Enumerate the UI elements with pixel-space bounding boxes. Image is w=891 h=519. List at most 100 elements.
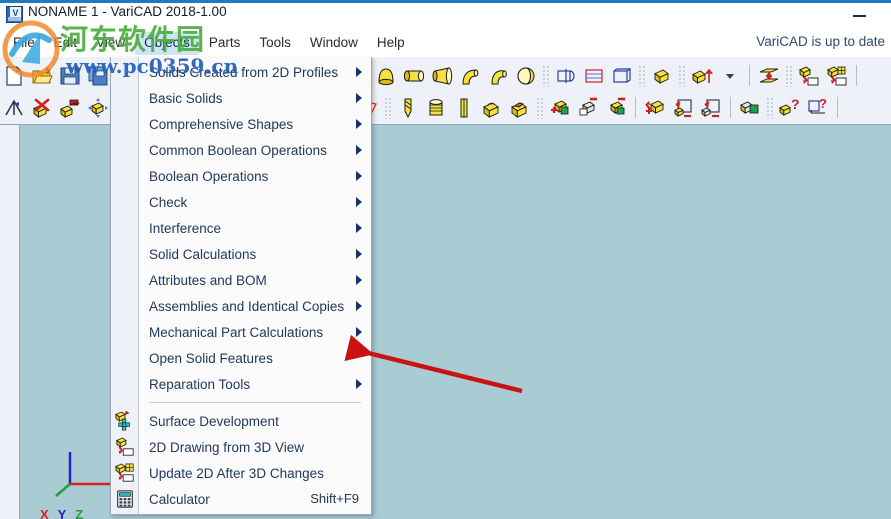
objects-dropdown-menu[interactable]: Solids Created from 2D Profiles Basic Sol… [110, 57, 372, 515]
dropdown-item[interactable]: Surface Development [111, 408, 371, 434]
dropdown-separator [149, 402, 361, 403]
fillet-edge-icon[interactable] [479, 95, 505, 121]
menu-item-edit[interactable]: Edit [45, 32, 86, 55]
solid-cylinder-icon[interactable] [401, 63, 427, 89]
solid-cone-icon[interactable] [429, 63, 455, 89]
thread-icon[interactable] [423, 95, 449, 121]
dropdown-item-label: Assemblies and Identical Copies [149, 298, 345, 314]
2d-from-3d-icon[interactable] [796, 63, 822, 89]
dropdown-item-label: Attributes and BOM [149, 272, 267, 288]
dropdown-item-label: Solid Calculations [149, 246, 257, 262]
remove-from-group-icon[interactable] [670, 95, 696, 121]
extract-solid-icon[interactable] [649, 63, 675, 89]
solid-half-sphere-icon[interactable] [513, 63, 539, 89]
toolbar-separator [638, 64, 646, 87]
dropdown-item-list: Solids Created from 2D Profiles Basic Sol… [111, 59, 371, 512]
groove-icon[interactable] [451, 95, 477, 121]
dropdown-item[interactable]: Mechanical Part Calculations [111, 319, 371, 345]
move-solid-up-icon[interactable] [689, 63, 715, 89]
coordinate-info-icon[interactable]: ? [805, 95, 831, 121]
dropdown-item-label: Surface Development [149, 413, 279, 429]
dropdown-item[interactable]: Solids Created from 2D Profiles [111, 59, 371, 85]
menu-item-view[interactable]: View [87, 32, 134, 55]
drill-hole-icon[interactable] [395, 95, 421, 121]
boolean-add-icon[interactable] [547, 95, 573, 121]
dropdown-item[interactable]: Common Boolean Operations [111, 137, 371, 163]
dropdown-item[interactable]: Calculator Shift+F9 [111, 486, 371, 512]
new-file-icon[interactable] [1, 63, 27, 89]
cut-solid-icon[interactable] [57, 95, 83, 121]
open-file-icon[interactable] [29, 63, 55, 89]
dropdown-item[interactable]: Update 2D After 3D Changes [111, 460, 371, 486]
menu-bar: File Edit View Objects Parts Tools Windo… [0, 29, 891, 57]
dropdown-item-label: Update 2D After 3D Changes [149, 465, 324, 481]
submenu-arrow-icon [356, 275, 362, 285]
menu-item-help[interactable]: Help [368, 32, 414, 55]
axis-y-label: Y [57, 507, 76, 519]
update-2d-icon [114, 462, 136, 484]
dropdown-item[interactable]: Reparation Tools [111, 371, 371, 397]
remove-group-icon[interactable] [698, 95, 724, 121]
section-plane-icon[interactable] [581, 63, 607, 89]
copy-solid-icon[interactable] [642, 95, 668, 121]
menu-item-tools[interactable]: Tools [250, 32, 300, 55]
dropdown-item-label: Solids Created from 2D Profiles [149, 64, 339, 80]
solid-elbow-icon[interactable] [457, 63, 483, 89]
solid-pipe-bend-icon[interactable] [485, 63, 511, 89]
toolbar-separator [766, 96, 774, 119]
submenu-arrow-icon [356, 197, 362, 207]
chamfer-edge-icon[interactable] [507, 95, 533, 121]
axis-snap-icon[interactable] [1, 95, 27, 121]
section-solid-icon[interactable] [553, 63, 579, 89]
interference-check-icon[interactable] [737, 95, 763, 121]
dropdown-item[interactable]: Check [111, 189, 371, 215]
boolean-intersect-icon[interactable] [603, 95, 629, 121]
dropdown-item[interactable]: 2D Drawing from 3D View [111, 434, 371, 460]
dropdown-item[interactable]: Open Solid Features [111, 345, 371, 371]
dropdown-item[interactable]: Attributes and BOM [111, 267, 371, 293]
menu-item-file[interactable]: File [4, 32, 44, 55]
toolbar-divider [837, 97, 838, 118]
axis-z-label: Z [75, 507, 93, 519]
toolbar-separator [678, 64, 686, 87]
update-2d-view-icon[interactable] [824, 63, 850, 89]
svg-text:?: ? [791, 97, 800, 112]
menu-bar-items: File Edit View Objects Parts Tools Windo… [4, 29, 415, 57]
mirror-solid-icon[interactable] [756, 63, 782, 89]
submenu-arrow-icon [356, 301, 362, 311]
dropdown-item[interactable]: Interference [111, 215, 371, 241]
submenu-arrow-icon [356, 327, 362, 337]
toolbar-separator [384, 96, 392, 119]
dropdown-item[interactable]: Comprehensive Shapes [111, 111, 371, 137]
section-box-icon[interactable] [609, 63, 635, 89]
submenu-arrow-icon [356, 171, 362, 181]
move-solid-icon[interactable] [85, 95, 111, 121]
solid-info-icon[interactable]: ? [777, 95, 803, 121]
submenu-arrow-icon [356, 223, 362, 233]
dropdown-item-label: Interference [149, 220, 222, 236]
save-all-icon[interactable] [85, 63, 111, 89]
title-accent-line [0, 0, 891, 3]
menu-item-window[interactable]: Window [301, 32, 367, 55]
calculator-icon [114, 488, 136, 510]
save-file-icon[interactable] [57, 63, 83, 89]
dropdown-item-label: Mechanical Part Calculations [149, 324, 324, 340]
submenu-arrow-icon [356, 379, 362, 389]
boolean-subtract-icon[interactable] [575, 95, 601, 121]
menu-item-objects[interactable]: Objects [135, 31, 199, 55]
solid-dome-icon[interactable] [373, 63, 399, 89]
dropdown-item-label: Boolean Operations [149, 168, 269, 184]
menu-item-parts[interactable]: Parts [200, 32, 250, 55]
minimize-button[interactable] [853, 8, 866, 21]
toolbar-separator [785, 64, 793, 87]
delete-solid-icon[interactable] [29, 95, 55, 121]
dropdown-item[interactable]: Assemblies and Identical Copies [111, 293, 371, 319]
dropdown-item[interactable]: Basic Solids [111, 85, 371, 111]
dropdown-item[interactable]: Boolean Operations [111, 163, 371, 189]
submenu-arrow-icon [356, 119, 362, 129]
dropdown-caret-icon[interactable] [717, 63, 743, 89]
dropdown-item[interactable]: Solid Calculations [111, 241, 371, 267]
surface-development-icon [114, 410, 136, 432]
